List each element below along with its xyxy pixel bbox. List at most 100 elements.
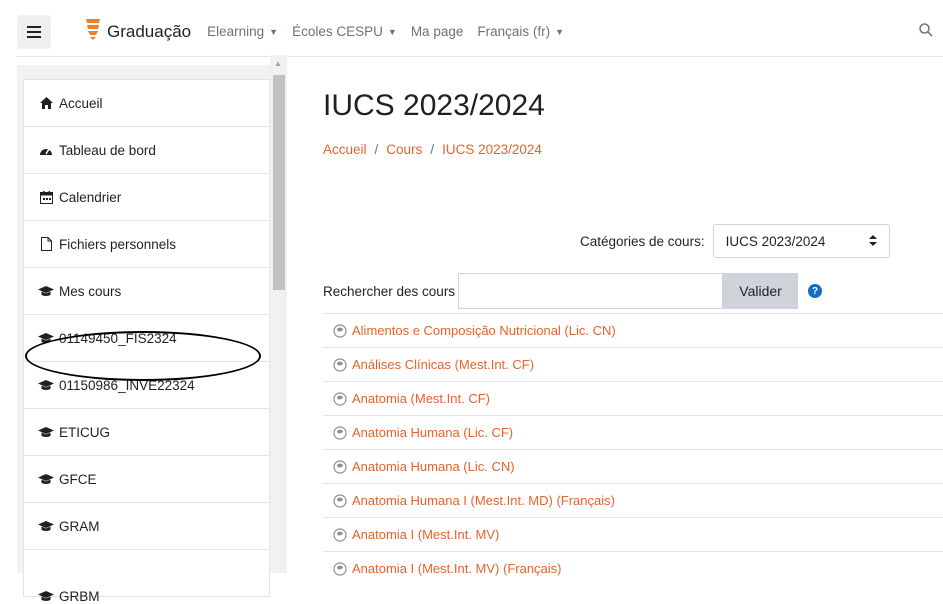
breadcrumb-link-cours[interactable]: Cours — [386, 142, 422, 157]
sidebar-item-label: 01149450_FIS2324 — [59, 330, 177, 346]
sidebar-item-label: 01150986_INVE22324 — [59, 377, 195, 393]
course-row: Anatomia (Mest.Int. CF) — [323, 381, 943, 415]
category-select[interactable]: IUCS 2023/2024 — [712, 224, 890, 258]
search-icon — [919, 23, 933, 41]
sidebar-item-label: GRAM — [59, 518, 100, 534]
course-row: Anatomia Humana (Lic. CN) — [323, 449, 943, 483]
course-link[interactable]: Alimentos e Composição Nutricional (Lic.… — [352, 323, 616, 338]
graduation-cap-icon — [38, 591, 54, 602]
select-arrows-icon — [868, 234, 877, 249]
sidebar-item-label: Accueil — [59, 95, 103, 111]
nav-link-label: Ma page — [410, 24, 464, 39]
course-category-icon — [333, 357, 347, 372]
sidebar-item-accueil[interactable]: Accueil — [23, 79, 270, 127]
sidebar-item-tableau-de-bord[interactable]: Tableau de bord — [23, 126, 270, 174]
sidebar-item-mes-cours[interactable]: Mes cours — [23, 267, 270, 315]
graduation-cap-icon — [38, 520, 54, 532]
nav-link-label: Écoles CESPU — [292, 24, 383, 39]
caret-down-icon: ▼ — [555, 26, 565, 37]
sidebar: Accueil Tableau de bord Calendrier Fichi… — [17, 65, 270, 604]
sidebar-item-course[interactable]: GRAM — [23, 502, 270, 550]
course-link[interactable]: Anatomia I (Mest.Int. MV) — [352, 527, 499, 542]
course-list: Alimentos e Composição Nutricional (Lic.… — [323, 313, 943, 585]
calendar-icon — [38, 190, 54, 204]
course-category-icon — [333, 459, 347, 474]
course-row: Anatomia Humana I (Mest.Int. MD) (França… — [323, 483, 943, 517]
course-row: Anatomia I (Mest.Int. MV) — [323, 517, 943, 551]
course-link[interactable]: Anatomia Humana (Lic. CN) — [352, 459, 515, 474]
sidebar-item-label: Fichiers personnels — [59, 236, 177, 252]
menu-toggle-button[interactable] — [17, 14, 51, 49]
search-button[interactable] — [919, 23, 933, 42]
breadcrumb-link-accueil[interactable]: Accueil — [323, 142, 367, 157]
sidebar-item-label: Tableau de bord — [59, 142, 156, 158]
course-row: Alimentos e Composição Nutricional (Lic.… — [323, 313, 943, 347]
nav-link-elearning[interactable]: Elearning ▼ — [207, 24, 278, 39]
breadcrumb-separator: / — [374, 142, 379, 157]
breadcrumb: Accueil / Cours / IUCS 2023/2024 — [323, 142, 542, 157]
sidebar-item-label: GFCE — [59, 471, 97, 487]
main-content: IUCS 2023/2024 Accueil / Cours / IUCS 2023/2… — [290, 57, 943, 576]
valider-button[interactable]: Valider — [723, 273, 799, 309]
course-category-icon — [333, 323, 347, 338]
sidebar-item-label: GRBM — [59, 589, 100, 604]
category-label: Catégories de cours: — [580, 233, 705, 249]
nav-links: Elearning ▼ Écoles CESPU ▼ Ma page Franç… — [207, 24, 578, 39]
course-category-icon — [333, 493, 347, 508]
course-category-icon — [333, 391, 347, 406]
graduation-cap-icon — [38, 426, 54, 438]
course-category-icon — [333, 527, 347, 542]
graduation-cap-icon — [38, 332, 54, 344]
language-selector[interactable]: Français (fr) ▼ — [477, 24, 564, 39]
course-link[interactable]: Anatomia Humana I (Mest.Int. MD) (França… — [352, 493, 615, 508]
help-icon[interactable]: ? — [808, 284, 823, 298]
caret-down-icon: ▼ — [387, 26, 397, 37]
nav-link-ecoles[interactable]: Écoles CESPU ▼ — [292, 24, 397, 39]
course-row: Anatomia Humana (Lic. CF) — [323, 415, 943, 449]
sidebar-item-course[interactable]: GRBM — [23, 549, 270, 604]
sidebar-item-course[interactable]: ETICUG — [23, 408, 270, 456]
search-courses-label: Rechercher des cours — [323, 283, 456, 299]
nav-link-label: Elearning — [207, 24, 265, 39]
sidebar-item-label: ETICUG — [59, 424, 111, 440]
page-title: IUCS 2023/2024 — [323, 89, 545, 122]
course-category-icon — [333, 425, 347, 440]
nav-link-ma-page[interactable]: Ma page — [411, 24, 464, 39]
brand-name: Graduação — [107, 21, 192, 41]
course-link[interactable]: Anatomia Humana (Lic. CF) — [352, 425, 513, 440]
dashboard-icon — [38, 144, 54, 156]
brand-logo-icon — [85, 17, 101, 46]
graduation-cap-icon — [38, 473, 54, 485]
scrollbar-thumb[interactable] — [273, 75, 285, 290]
course-search-row: Rechercher des cours Valider ? — [323, 273, 823, 309]
course-category-icon — [333, 561, 347, 576]
graduation-cap-icon — [38, 285, 54, 297]
nav-link-label: Français (fr) — [477, 24, 551, 39]
sidebar-item-course[interactable]: GFCE — [23, 455, 270, 503]
category-selector-row: Catégories de cours: IUCS 2023/2024 — [580, 224, 890, 258]
sidebar-item-calendrier[interactable]: Calendrier — [23, 173, 270, 221]
sidebar-item-label: Mes cours — [59, 283, 122, 299]
sidebar-item-course[interactable]: 01149450_FIS2324 — [23, 314, 270, 362]
brand-link[interactable]: Graduação — [85, 17, 191, 46]
graduation-cap-icon — [38, 379, 54, 391]
sidebar-item-label: Calendrier — [59, 189, 122, 205]
home-icon — [38, 97, 54, 109]
sidebar-item-fichiers[interactable]: Fichiers personnels — [23, 220, 270, 268]
scroll-up-icon: ▲ — [274, 59, 282, 68]
file-icon — [38, 237, 54, 251]
sidebar-scrollbar[interactable]: ▲ — [270, 55, 287, 573]
sidebar-item-course[interactable]: 01150986_INVE22324 — [23, 361, 270, 409]
course-row: Análises Clínicas (Mest.Int. CF) — [323, 347, 943, 381]
category-selected-value: IUCS 2023/2024 — [725, 233, 826, 249]
search-courses-input[interactable] — [458, 273, 724, 309]
breadcrumb-link-current[interactable]: IUCS 2023/2024 — [442, 142, 542, 157]
breadcrumb-separator: / — [430, 142, 435, 157]
course-row: Anatomia I (Mest.Int. MV) (Français) — [323, 551, 943, 585]
course-link[interactable]: Anatomia (Mest.Int. CF) — [352, 391, 490, 406]
hamburger-icon — [27, 25, 41, 38]
course-link[interactable]: Análises Clínicas (Mest.Int. CF) — [352, 357, 534, 372]
caret-down-icon: ▼ — [269, 26, 279, 37]
top-navbar: Graduação Elearning ▼ Écoles CESPU ▼ Ma … — [17, 7, 943, 57]
course-link[interactable]: Anatomia I (Mest.Int. MV) (Français) — [352, 561, 562, 576]
